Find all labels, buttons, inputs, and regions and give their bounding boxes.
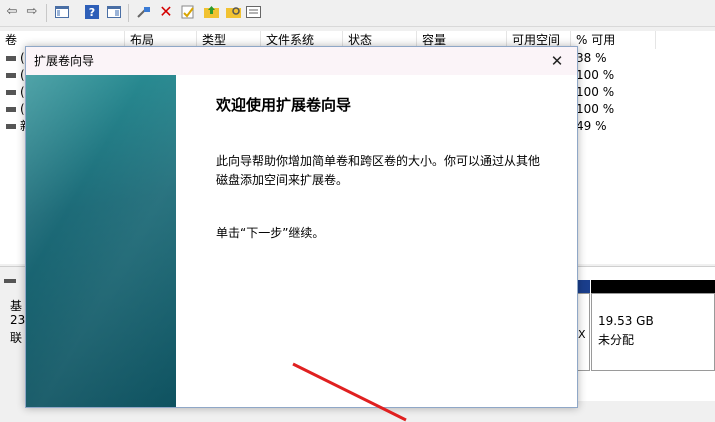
toolbar-separator [128, 4, 129, 22]
volume-icon [6, 73, 16, 78]
toolbar-separator [46, 4, 47, 22]
volume-name: ( [20, 85, 25, 99]
partition-size: 19.53 GB [598, 314, 654, 328]
annotation-arrow-icon [292, 362, 407, 422]
export-list-icon[interactable] [246, 4, 262, 20]
dialog-title: 扩展卷向导 [34, 54, 95, 68]
wizard-sidebar-gloss [26, 75, 176, 407]
disk-type: 基 [10, 299, 23, 313]
wizard-description: 此向导帮助你增加简单卷和跨区卷的大小。你可以通过从其他磁盘添加空间来扩展卷。 [216, 154, 541, 187]
wizard-instruction: 单击“下一步”继续。 [216, 226, 325, 240]
disk-size: 23 [10, 313, 26, 327]
console-tree-icon[interactable] [54, 4, 70, 20]
volume-name: ( [20, 51, 25, 65]
connect-icon[interactable] [136, 4, 152, 20]
toolbar: ⇦ ⇨ ? ✕ [0, 0, 715, 27]
volume-icon [6, 124, 16, 129]
percent-free: 49 % [576, 119, 607, 133]
show-hide-icon[interactable] [106, 4, 122, 20]
disk-status: 联 [10, 331, 23, 345]
extend-volume-wizard-dialog: 扩展卷向导 ✕ 欢迎使用扩展卷向导 此向导帮助你增加简单卷和跨区卷的大小。你可以… [25, 46, 578, 422]
partition-status: 未分配 [598, 333, 635, 347]
percent-free: 38 % [576, 51, 607, 65]
dialog-titlebar[interactable]: 扩展卷向导 ✕ [26, 47, 577, 75]
close-button[interactable]: ✕ [547, 51, 567, 71]
column-percent-free[interactable]: % 可用 [571, 31, 656, 49]
unallocated-partition[interactable]: 19.53 GB 未分配 [591, 293, 715, 371]
properties-icon[interactable] [180, 4, 196, 20]
volume-icon [6, 90, 16, 95]
volume-icon [6, 107, 16, 112]
help-icon[interactable]: ? [84, 4, 100, 20]
percent-free: 100 % [576, 85, 615, 99]
disk-icon [4, 279, 16, 283]
partition-small-text: X [578, 328, 586, 341]
volume-icon [6, 56, 16, 61]
percent-free: 100 % [576, 102, 615, 116]
volume-name: ( [20, 68, 25, 82]
volume-name: ( [20, 102, 25, 116]
back-arrow-icon[interactable]: ⇦ [4, 4, 20, 20]
percent-free: 100 % [576, 68, 615, 82]
partition-bar-unallocated [591, 280, 715, 293]
svg-text:?: ? [89, 6, 95, 19]
up-folder-icon[interactable] [204, 4, 220, 20]
forward-arrow-icon[interactable]: ⇨ [24, 4, 40, 20]
delete-icon[interactable]: ✕ [158, 4, 174, 20]
wizard-heading: 欢迎使用扩展卷向导 [216, 96, 352, 114]
open-folder-icon[interactable] [226, 4, 242, 20]
